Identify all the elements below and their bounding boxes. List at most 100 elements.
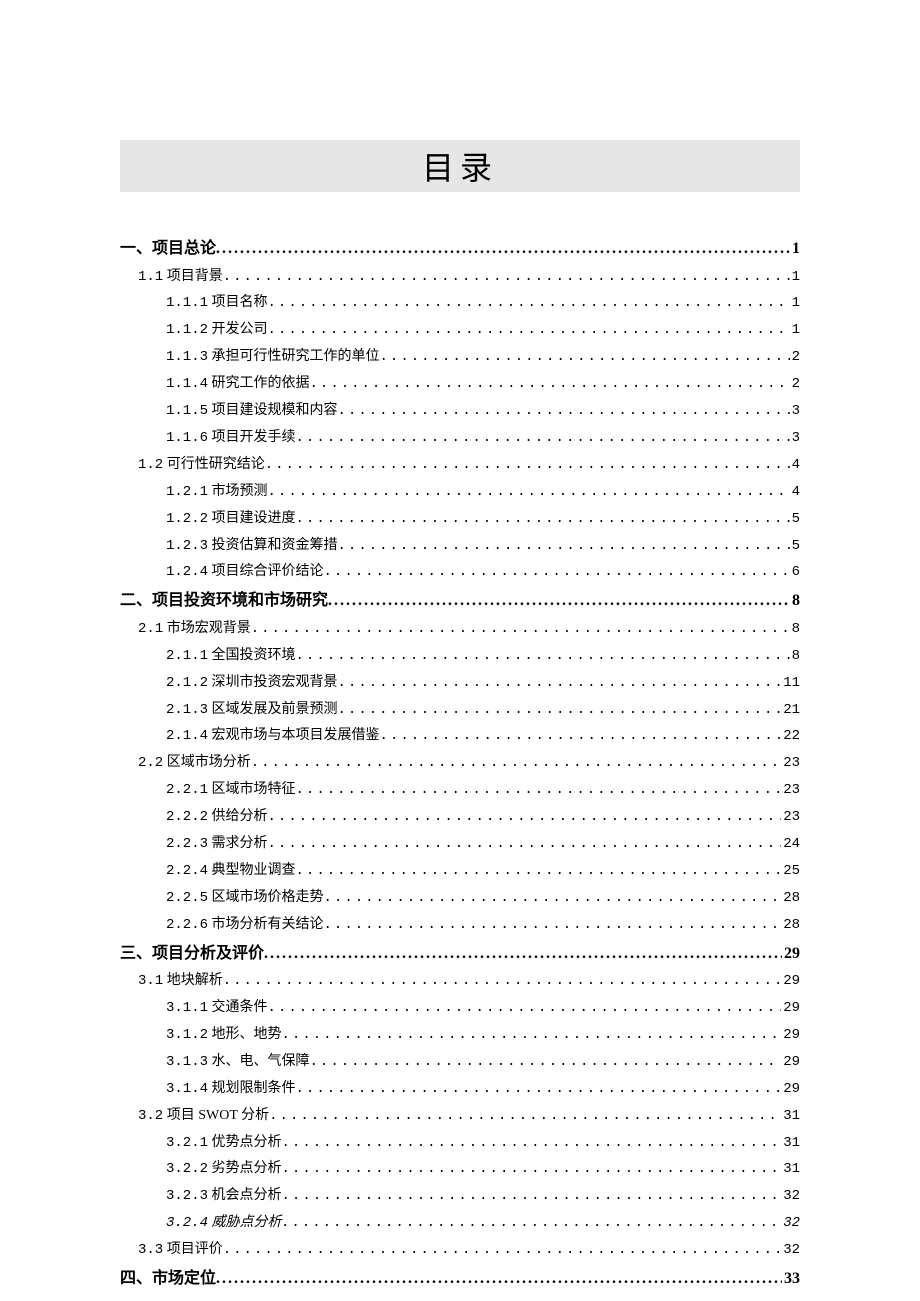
toc-entry-page: 23 xyxy=(781,751,800,777)
toc-entry-number: 2.1.3 xyxy=(166,702,208,718)
toc-leader-dots xyxy=(223,265,790,291)
toc-entry-number: 1.2.3 xyxy=(166,538,208,554)
toc-leader-dots xyxy=(324,913,782,939)
toc-entry-text: 开发公司 xyxy=(212,322,268,337)
toc-entry-number: 2.2.2 xyxy=(166,809,208,825)
toc-leader-dots xyxy=(338,698,782,724)
toc-entry-number: 3.2.2 xyxy=(166,1161,208,1177)
toc-entry: 1.2.3 投资估算和资金筹措 5 xyxy=(120,533,800,560)
toc-entry: 2.1.1 全国投资环境8 xyxy=(120,643,800,670)
toc-entry-label: 三、项目分析及评价 xyxy=(120,939,264,969)
toc-entry-text: 项目建设规模和内容 xyxy=(212,403,338,418)
toc-entry-number: 2.2 xyxy=(138,755,163,771)
toc-leader-dots xyxy=(310,372,790,398)
toc-leader-dots xyxy=(310,1050,782,1076)
toc-entry-label: 2.2.2 供给分析 xyxy=(166,804,268,831)
toc-entry-page: 28 xyxy=(781,913,800,939)
toc-entry-page: 29 xyxy=(781,996,800,1022)
toc-entry-page: 29 xyxy=(782,939,800,969)
toc-entry-number: 1.2.4 xyxy=(166,564,208,580)
toc-entry-number: 1.1.6 xyxy=(166,430,208,446)
toc-entry-page: 31 xyxy=(781,1131,800,1157)
toc-entry-page: 22 xyxy=(781,724,800,750)
toc-entry: 1.1.3 承担可行性研究工作的单位2 xyxy=(120,344,800,371)
toc-entry-text: 威胁点分析 xyxy=(212,1215,282,1230)
toc-entry-label: 1.2.3 投资估算和资金筹措 xyxy=(166,533,338,560)
toc-entry-page: 5 xyxy=(790,534,800,560)
toc-leader-dots xyxy=(268,832,782,858)
toc-entry-text: 市场分析有关结论 xyxy=(212,917,324,932)
toc-entry-label: 2.2.4 典型物业调查 xyxy=(166,858,296,885)
toc-entry-label: 3.2.2 劣势点分析 xyxy=(166,1156,282,1183)
toc-entry: 1.2 可行性研究结论4 xyxy=(120,452,800,479)
toc-entry-text: 项目开发手续 xyxy=(212,430,296,445)
toc-entry-number: 3.1.3 xyxy=(166,1054,208,1070)
toc-entry-label: 2.1 市场宏观背景 xyxy=(138,616,251,643)
toc-entry: 2.1.2 深圳市投资宏观背景11 xyxy=(120,670,800,697)
toc-leader-dots xyxy=(328,586,790,616)
toc-entry: 2.2.1 区域市场特征23 xyxy=(120,777,800,804)
toc-leader-dots xyxy=(251,751,781,777)
toc-entry: 2.1 市场宏观背景8 xyxy=(120,616,800,643)
toc-entry-number: 2.1.1 xyxy=(166,648,208,664)
toc-entry: 2.2.5 区域市场价格走势28 xyxy=(120,885,800,912)
toc-entry: 3.1.4 规划限制条件 29 xyxy=(120,1076,800,1103)
toc-leader-dots xyxy=(265,453,790,479)
toc-leader-dots xyxy=(268,318,790,344)
toc-entry: 1.1.5 项目建设规模和内容3 xyxy=(120,398,800,425)
toc-entry-page: 2 xyxy=(790,345,800,371)
toc-leader-dots xyxy=(216,234,790,264)
toc-entry-label: 1.1.5 项目建设规模和内容 xyxy=(166,398,338,425)
toc-leader-dots xyxy=(251,617,790,643)
toc-entry-label: 3.1.2 地形、地势 xyxy=(166,1022,282,1049)
toc-entry-text: 深圳市投资宏观背景 xyxy=(212,675,338,690)
toc-entry-page: 31 xyxy=(781,1104,800,1130)
toc-leader-dots xyxy=(268,996,782,1022)
toc-entry-text: 可行性研究结论 xyxy=(167,457,265,472)
toc-entry: 3.1.3 水、电、气保障29 xyxy=(120,1049,800,1076)
toc-leader-dots xyxy=(223,969,781,995)
toc-entry-page: 11 xyxy=(781,671,800,697)
toc-leader-dots xyxy=(223,1238,781,1264)
toc-entry-text: 区域市场分析 xyxy=(167,755,251,770)
toc-entry-text: 市场预测 xyxy=(212,484,268,499)
toc-entry-label: 3.1.1 交通条件 xyxy=(166,995,268,1022)
toc-entry-text: 宏观市场与本项目发展借鉴 xyxy=(212,728,380,743)
toc-entry: 2.2.6 市场分析有关结论 28 xyxy=(120,912,800,939)
toc-entry-page: 29 xyxy=(781,1050,800,1076)
toc-entry-page: 25 xyxy=(781,859,800,885)
toc-entry-text: 地形、地势 xyxy=(212,1027,282,1042)
toc-entry: 1.1 项目背景 1 xyxy=(120,264,800,291)
toc-entry-page: 29 xyxy=(781,1077,800,1103)
toc-entry-label: 2.1.3 区域发展及前景预测 xyxy=(166,697,338,724)
toc-entry-label: 1.1 项目背景 xyxy=(138,264,223,291)
toc-entry: 1.1.2 开发公司 1 xyxy=(120,317,800,344)
toc-entry-text: 区域市场价格走势 xyxy=(212,890,324,905)
toc-entry-page: 1 xyxy=(790,318,800,344)
toc-entry-number: 3.3 xyxy=(138,1242,163,1258)
toc-leader-dots xyxy=(296,507,790,533)
toc-entry-label: 3.1.4 规划限制条件 xyxy=(166,1076,296,1103)
toc-entry-text: 四、市场定位 xyxy=(120,1270,216,1287)
toc-entry-label: 1.1.2 开发公司 xyxy=(166,317,268,344)
toc-entry-number: 1.2 xyxy=(138,457,163,473)
toc-entry: 2.2.3 需求分析24 xyxy=(120,831,800,858)
toc-entry: 1.2.2 项目建设进度5 xyxy=(120,506,800,533)
toc-entry-page: 3 xyxy=(790,426,800,452)
toc-entry-label: 2.2.6 市场分析有关结论 xyxy=(166,912,324,939)
toc-leader-dots xyxy=(268,805,782,831)
toc-entry: 1.2.1 市场预测4 xyxy=(120,479,800,506)
table-of-contents: 一、项目总论11.1 项目背景11.1.1 项目名称11.1.2 开发公司11.… xyxy=(120,234,800,1294)
toc-entry-page: 1 xyxy=(790,291,800,317)
toc-entry-label: 1.2.1 市场预测 xyxy=(166,479,268,506)
toc-entry-label: 1.1.1 项目名称 xyxy=(166,290,268,317)
toc-leader-dots xyxy=(296,778,782,804)
toc-entry-number: 1.1.2 xyxy=(166,322,208,338)
toc-entry: 3.3 项目评价32 xyxy=(120,1237,800,1264)
toc-entry-number: 2.1.4 xyxy=(166,728,208,744)
toc-entry-text: 典型物业调查 xyxy=(212,863,296,878)
toc-entry-page: 33 xyxy=(782,1264,800,1294)
toc-entry: 3.2.4 威胁点分析32 xyxy=(120,1210,800,1237)
toc-entry-label: 3.2.4 威胁点分析 xyxy=(166,1210,282,1237)
toc-entry-page: 1 xyxy=(790,265,800,291)
